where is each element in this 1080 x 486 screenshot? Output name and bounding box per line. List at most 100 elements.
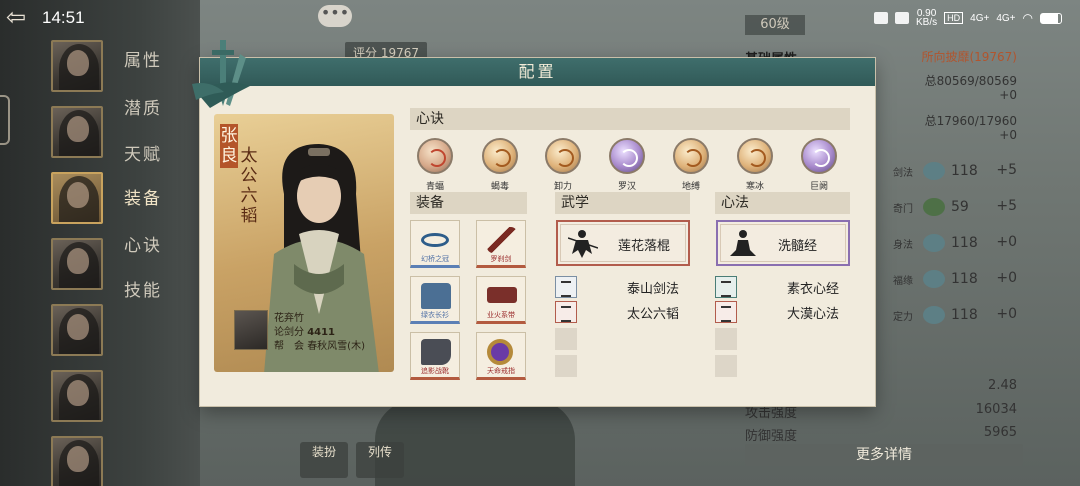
stat-row: 118 <box>923 304 978 326</box>
belt-icon <box>487 287 517 303</box>
stat-badge-icon <box>923 234 945 252</box>
stat-small-value: 2.48 <box>988 378 1017 393</box>
portrait-4[interactable] <box>51 238 103 290</box>
xinfa-main-skill[interactable]: 洗髓经 <box>716 220 850 266</box>
equipment-header: 装备 <box>410 192 527 214</box>
stat-row: 118 <box>923 160 978 182</box>
wifi-icon: ◠ <box>1022 11 1033 25</box>
equipment-slot[interactable]: 罗刹剑 <box>476 220 526 268</box>
equipment-slot[interactable]: 业火系带 <box>476 276 526 324</box>
stat-row: 59 <box>923 196 969 218</box>
staff-fighter-icon <box>568 230 598 258</box>
xinjue-hanbing-icon <box>737 138 773 174</box>
side-tab-potential[interactable]: 潜质 <box>124 94 162 119</box>
taigong-liutao-icon <box>555 301 577 323</box>
xinfa-sub-name: 素衣心经 <box>787 282 840 297</box>
side-tab-equipment[interactable]: 装备 <box>124 184 162 209</box>
stat-plus: +0 <box>996 306 1017 322</box>
side-tab-talent[interactable]: 天赋 <box>124 140 162 165</box>
equipment-slot[interactable]: 绿衣长衫 <box>410 276 460 324</box>
back-arrow-icon[interactable]: ⇦ <box>6 4 40 30</box>
xinfa-sub-name: 大漠心法 <box>787 307 840 322</box>
portrait-5[interactable] <box>51 304 103 356</box>
xinjue-item[interactable]: 寒冰 <box>735 138 775 192</box>
stat-plus: +5 <box>996 162 1017 178</box>
stats-heading-right: 所向披靡(19767) <box>921 50 1017 64</box>
level-chip: 60级 <box>745 15 805 35</box>
net-speed: 0.90 KB/s <box>916 8 938 28</box>
signal-2: 4G+ <box>996 12 1016 24</box>
empty-skill-slot[interactable] <box>555 355 577 377</box>
alarm-icon <box>874 12 889 24</box>
xinjue-xieli-icon <box>545 138 581 174</box>
dress-up-button[interactable]: 装扮 <box>300 442 348 478</box>
stat-label: 身法 <box>893 240 913 251</box>
xinfa-main-name: 洗髓经 <box>778 239 818 254</box>
equipment-slot[interactable]: 天命戒指 <box>476 332 526 380</box>
vibrate-icon <box>895 12 910 24</box>
equipment-slot[interactable]: 追影战靴 <box>410 332 460 380</box>
signal-1: 4G+ <box>970 12 990 24</box>
stat-badge-icon <box>923 306 945 324</box>
xinjue-luohan-icon <box>609 138 645 174</box>
crown-icon <box>421 233 449 247</box>
stat-label: 奇门 <box>893 204 913 215</box>
side-tab-skills[interactable]: 技能 <box>124 276 162 301</box>
stat-plus: +0 <box>996 270 1017 286</box>
xinjue-item[interactable]: 罗汉 <box>607 138 647 192</box>
attack-value: 16034 <box>975 402 1017 417</box>
xinjue-difu-icon <box>673 138 709 174</box>
xinjue-item[interactable]: 青蝠 <box>415 138 455 192</box>
stat-label: 福缘 <box>893 276 913 287</box>
portrait-3[interactable] <box>51 172 103 224</box>
boots-icon <box>421 339 451 365</box>
empty-skill-slot[interactable] <box>715 355 737 377</box>
empty-skill-slot[interactable] <box>715 328 737 350</box>
xinjue-item[interactable]: 巨阙 <box>799 138 839 192</box>
stat-row: 118 <box>923 268 978 290</box>
xinjue-qingfu-icon <box>417 138 453 174</box>
empty-skill-slot[interactable] <box>555 328 577 350</box>
wuxue-sub-name: 泰山剑法 <box>627 282 680 297</box>
xinjue-item[interactable]: 蝎毒 <box>480 138 520 192</box>
wuxue-main-name: 莲花落棍 <box>618 239 671 254</box>
character-robe <box>375 400 575 486</box>
edge-handle[interactable] <box>0 95 10 145</box>
suyi-xinjing-icon <box>715 276 737 298</box>
xinjue-juque-icon <box>801 138 837 174</box>
wuxue-sub-skill[interactable]: 太公六韬 <box>555 301 695 323</box>
portrait-7[interactable] <box>51 436 103 486</box>
portrait-1[interactable] <box>51 40 103 92</box>
stat-label: 定力 <box>893 312 913 323</box>
side-tab-attributes[interactable]: 属性 <box>124 46 162 71</box>
hp-plus: +0 <box>999 88 1017 102</box>
ring-icon <box>487 339 513 365</box>
equipment-slot[interactable]: 幻桥之冠 <box>410 220 460 268</box>
wuxue-main-skill[interactable]: 莲花落棍 <box>556 220 690 266</box>
xinfa-sub-skill[interactable]: 素衣心经 <box>715 276 855 298</box>
status-icons: 0.90 KB/s HD 4G+ 4G+ ◠ <box>874 8 1062 28</box>
mp-line: 总17960/17960 <box>924 114 1017 128</box>
xinjue-xiedu-icon <box>482 138 518 174</box>
xinjue-item[interactable]: 卸力 <box>543 138 583 192</box>
player-nickname: 花弃竹 <box>274 313 304 324</box>
stat-row: 118 <box>923 232 978 254</box>
stat-badge-icon <box>923 270 945 288</box>
more-details-button[interactable]: 更多详情 <box>745 444 1023 466</box>
player-guild: 帮 会 春秋风雪(木) <box>274 341 365 352</box>
defense-label: 防御强度 <box>745 429 798 444</box>
wuxue-sub-skill[interactable]: 泰山剑法 <box>555 276 695 298</box>
portrait-2[interactable] <box>51 106 103 158</box>
character-name: 张良 <box>220 124 238 168</box>
taishan-sword-icon <box>555 276 577 298</box>
xinfa-sub-skill[interactable]: 大漠心法 <box>715 301 855 323</box>
portrait-6[interactable] <box>51 370 103 422</box>
status-time: 14:51 <box>42 8 85 27</box>
mp-plus: +0 <box>999 128 1017 142</box>
character-info: 花弃竹 论剑分 4411 帮 会 春秋风雪(木) <box>234 307 384 359</box>
meditating-figure-icon <box>730 230 756 256</box>
xinjue-item[interactable]: 地缚 <box>671 138 711 192</box>
sword-icon <box>487 227 517 253</box>
side-tab-xinjue[interactable]: 心诀 <box>124 231 162 256</box>
biography-button[interactable]: 列传 <box>356 442 404 478</box>
